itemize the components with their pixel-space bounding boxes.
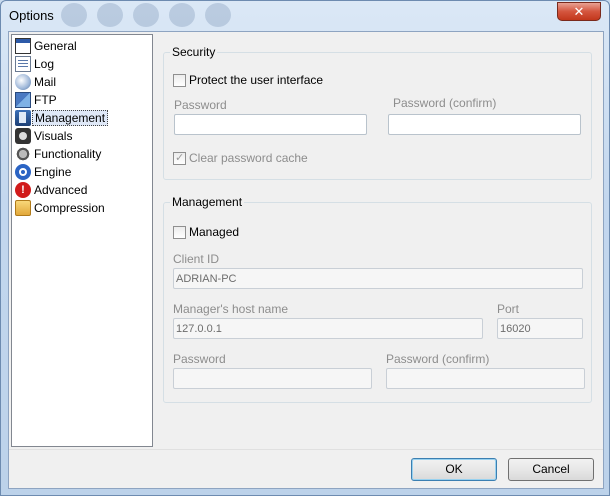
- compression-icon: [15, 200, 31, 216]
- close-icon: ✕: [573, 4, 585, 19]
- ghost-icon: [133, 3, 159, 27]
- clear-cache-label: Clear password cache: [189, 151, 308, 165]
- advanced-icon: !: [15, 182, 31, 198]
- tree-item-label: Mail: [34, 75, 57, 89]
- managed-label: Managed: [189, 225, 240, 239]
- tree-item-label: FTP: [34, 93, 57, 107]
- tree-item-general[interactable]: General: [15, 37, 77, 55]
- host-name-label: Manager's host name: [173, 302, 289, 316]
- mgmt-password-label: Password: [173, 352, 226, 366]
- checkbox-box[interactable]: [173, 225, 186, 239]
- tree-item-visuals[interactable]: Visuals: [15, 127, 72, 145]
- tree-item-label: Log: [34, 57, 55, 71]
- port-label: Port: [497, 302, 520, 316]
- tree-item-mail[interactable]: Mail: [15, 73, 56, 91]
- tree-item-label: Functionality: [34, 147, 102, 161]
- checkbox-box[interactable]: [173, 73, 186, 87]
- tree-item-label: General: [34, 39, 77, 53]
- security-password-field[interactable]: [174, 114, 367, 135]
- protect-ui-checkbox[interactable]: Protect the user interface: [173, 73, 323, 87]
- tree-item-label: Compression: [34, 201, 105, 215]
- window-title: Options: [9, 8, 54, 23]
- general-icon: [15, 38, 31, 54]
- tree-item-functionality[interactable]: Functionality: [15, 145, 101, 163]
- management-group: Management Managed Client ID Manager's h…: [163, 195, 592, 403]
- mgmt-password-confirm-field[interactable]: [386, 368, 585, 389]
- tree-item-advanced[interactable]: ! Advanced: [15, 181, 87, 199]
- ok-button[interactable]: OK: [411, 458, 497, 481]
- clear-cache-checkbox[interactable]: Clear password cache: [173, 151, 308, 165]
- log-icon: [15, 56, 31, 72]
- security-legend: Security: [170, 45, 218, 59]
- client-id-field[interactable]: [173, 268, 583, 289]
- engine-icon: [15, 164, 31, 180]
- close-button[interactable]: ✕: [557, 2, 601, 21]
- tree-item-ftp[interactable]: FTP: [15, 91, 57, 109]
- host-name-field[interactable]: [173, 318, 483, 339]
- mail-icon: [15, 74, 31, 90]
- dialog-client-area: General Log Mail FTP Management Visuals: [8, 31, 604, 489]
- tree-item-label: Engine: [34, 165, 72, 179]
- mgmt-password-field[interactable]: [173, 368, 372, 389]
- port-field[interactable]: [497, 318, 583, 339]
- ghost-icon: [169, 3, 195, 27]
- functionality-icon: [15, 146, 31, 162]
- tree-item-label: Advanced: [34, 183, 88, 197]
- managed-checkbox[interactable]: Managed: [173, 225, 239, 239]
- mgmt-password-confirm-label: Password (confirm): [386, 352, 490, 366]
- ftp-icon: [15, 92, 31, 108]
- tree-item-label: Management: [32, 110, 109, 126]
- management-icon: [15, 110, 31, 126]
- visuals-icon: [15, 128, 31, 144]
- background-toolbar-ghost: [61, 3, 231, 27]
- tree-item-log[interactable]: Log: [15, 55, 54, 73]
- ghost-icon: [205, 3, 231, 27]
- ghost-icon: [61, 3, 87, 27]
- protect-ui-label: Protect the user interface: [189, 73, 324, 87]
- options-window: Options ✕ General Log Mail FTP Managemen…: [0, 0, 610, 496]
- options-category-tree[interactable]: General Log Mail FTP Management Visuals: [11, 34, 153, 447]
- tree-item-compression[interactable]: Compression: [15, 199, 105, 217]
- password-confirm-label: Password (confirm): [393, 96, 497, 110]
- password-label: Password: [174, 98, 227, 112]
- checkbox-box[interactable]: [173, 151, 186, 165]
- security-group: Security Protect the user interface Pass…: [163, 45, 592, 180]
- client-id-label: Client ID: [173, 252, 220, 266]
- title-bar[interactable]: Options ✕: [1, 1, 609, 31]
- ghost-icon: [97, 3, 123, 27]
- button-bar-separator: [9, 449, 603, 450]
- management-legend: Management: [170, 195, 245, 209]
- tree-item-management[interactable]: Management: [15, 109, 109, 127]
- security-password-confirm-field[interactable]: [388, 114, 581, 135]
- tree-item-engine[interactable]: Engine: [15, 163, 71, 181]
- tree-item-label: Visuals: [34, 129, 73, 143]
- cancel-button[interactable]: Cancel: [508, 458, 594, 481]
